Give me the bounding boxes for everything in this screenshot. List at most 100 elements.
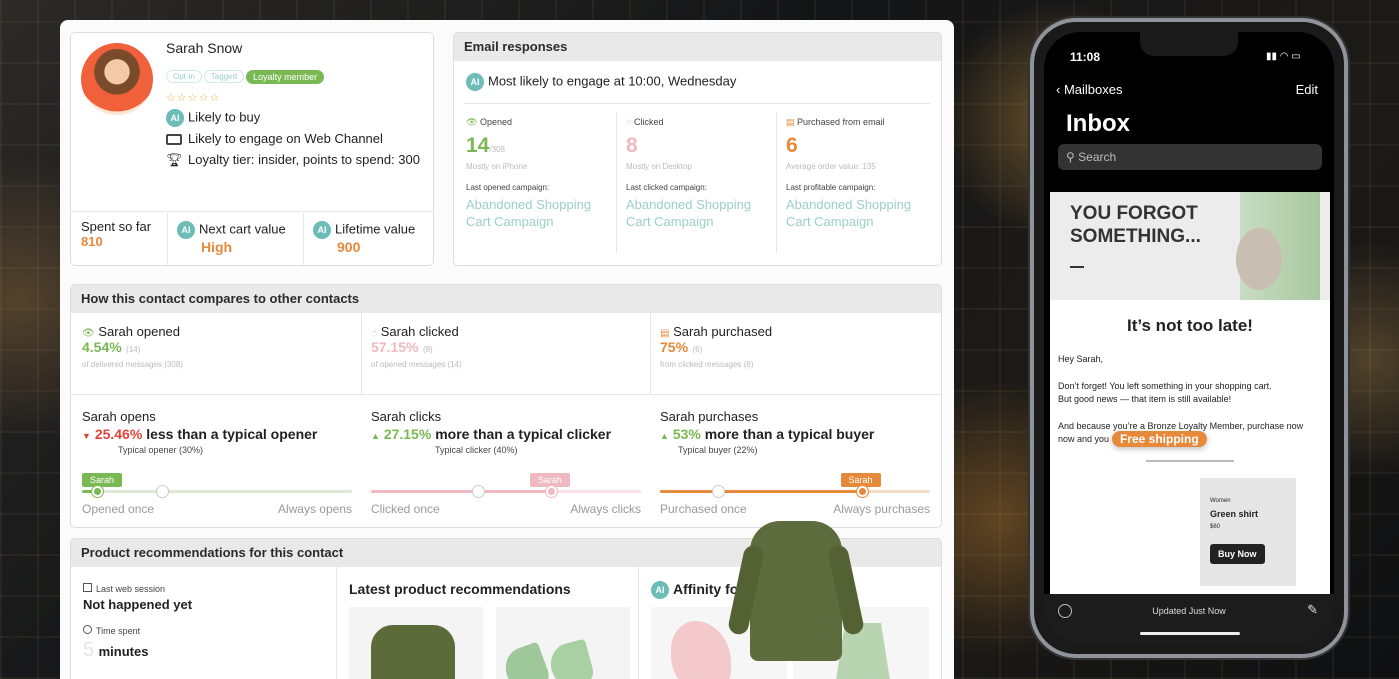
product-name: Green shirt	[1210, 509, 1259, 519]
calendar-icon	[83, 583, 92, 592]
spent-label: Spent so far	[81, 219, 152, 234]
ai-icon: AI	[466, 73, 484, 91]
mailboxes-label: Mailboxes	[1063, 82, 1123, 97]
click-icon: ☝︎	[626, 117, 632, 127]
next-cart-value: AI Next cart value High	[177, 221, 307, 255]
email-body-2: But good news — that item is still avail…	[1058, 394, 1232, 404]
arrow-down-icon: ▼	[82, 431, 91, 441]
purchases-title: Sarah purchases	[660, 409, 759, 424]
rating-stars: ☆☆☆☆☆	[166, 92, 221, 104]
divider	[336, 567, 337, 679]
sarah-marker[interactable]	[545, 486, 557, 497]
opens-min-label: Opened once	[82, 502, 155, 516]
likely-to-buy-row: AI Likely to buy	[166, 109, 260, 127]
compose-icon[interactable]: ✎	[1307, 602, 1318, 618]
lifetime-value: AI Lifetime value 900	[313, 221, 415, 255]
last-profitable-label: Last profitable campaign:	[786, 183, 876, 192]
last-opened-campaign-link[interactable]: Abandoned Shopping Cart Campaign	[466, 196, 611, 230]
stat-purchased-note: from clicked messages (8)	[660, 360, 754, 369]
affinity-title-text: Affinity fo	[673, 581, 739, 597]
web-channel-row: Likely to engage on Web Channel	[166, 131, 383, 146]
opens-title: Sarah opens	[82, 409, 156, 424]
divider	[616, 113, 617, 253]
last-opened-label: Last opened campaign:	[466, 183, 550, 192]
email-hero: YOU FORGOT SOMETHING...	[1050, 192, 1330, 300]
clicked-column: ☝︎ Clicked 8 Mostly on Desktop Last clic…	[626, 117, 771, 230]
purchases-delta: 53%	[672, 426, 701, 442]
next-cart-label: Next cart value	[199, 221, 286, 237]
clicks-min-label: Clicked once	[371, 502, 440, 516]
home-indicator	[1140, 632, 1240, 635]
last-clicked-campaign-link[interactable]: Abandoned Shopping Cart Campaign	[626, 196, 771, 230]
opened-note: Mostly on iPhone	[466, 162, 528, 171]
spent-value: 810	[81, 234, 103, 249]
opened-total: /308	[489, 145, 505, 154]
divider	[71, 211, 433, 212]
clicked-value: 8	[626, 134, 638, 157]
stat-opened-note: of delivered messages (308)	[82, 360, 183, 369]
opened-column: 👁︎ Opened 14/308 Mostly on iPhone Last o…	[466, 117, 611, 230]
profile-name: Sarah Snow	[166, 40, 243, 56]
time-spent: Time spent 5 minutes	[83, 625, 148, 662]
time-spent-unit: minutes	[98, 644, 149, 659]
spent-so-far: Spent so far 810	[81, 219, 151, 249]
email-responses-title: Email responses	[454, 33, 941, 61]
eye-icon: 👁︎	[466, 117, 478, 127]
sarah-marker[interactable]	[856, 486, 868, 497]
product-heels-image[interactable]	[496, 607, 630, 679]
opened-label: Opened	[479, 117, 512, 127]
sarah-tag: Sarah	[82, 473, 123, 487]
sarah-marker[interactable]	[92, 486, 104, 497]
divider	[167, 213, 168, 265]
stat-opened-pct: 4.54%	[82, 339, 122, 355]
product-card[interactable]: Women Green shirt $60 Buy Now	[1200, 478, 1296, 586]
stat-clicked-label: Sarah clicked	[380, 324, 459, 339]
free-shipping-badge: Free shipping	[1112, 431, 1207, 447]
slider-track[interactable]	[82, 490, 352, 493]
last-web-session: Last web session Not happened yet	[83, 583, 192, 612]
stat-purchased: ▤ Sarah purchased 75% (6) from clicked m…	[660, 324, 772, 369]
email-headline: It’s not too late!	[1127, 316, 1253, 335]
purchases-min-label: Purchased once	[660, 502, 747, 516]
divider	[361, 313, 362, 394]
purchased-label: Purchased from email	[797, 117, 885, 127]
trophy-icon: 🏆︎	[166, 152, 183, 167]
hero-text: YOU FORGOT SOMETHING...	[1070, 203, 1201, 247]
status-time: 11:08	[1070, 50, 1101, 64]
divider	[303, 213, 304, 265]
clicked-label: Clicked	[634, 117, 664, 127]
stats-row: 👁︎ Sarah opened 4.54% (14) of delivered …	[71, 313, 941, 395]
email-preview[interactable]: YOU FORGOT SOMETHING... It’s not too lat…	[1050, 192, 1330, 594]
ai-icon: AI	[313, 221, 331, 239]
avatar[interactable]	[81, 43, 153, 115]
updated-status: Updated Just Now	[1152, 606, 1226, 616]
search-icon: ⚲	[1066, 150, 1075, 164]
edit-button[interactable]: Edit	[1296, 82, 1318, 97]
buy-now-button[interactable]: Buy Now	[1210, 544, 1265, 564]
phone-notch	[1140, 32, 1238, 56]
chip-tagged[interactable]: Tagged	[203, 70, 245, 84]
search-placeholder: Search	[1078, 150, 1117, 164]
chip-opt-in[interactable]: Opt-in	[166, 70, 202, 84]
time-spent-label: Time spent	[96, 626, 141, 636]
product-jacket-image[interactable]	[349, 607, 483, 679]
phone-mockup: 11:08 ▮▮ ◠ ▭ ‹ Mailboxes Edit Inbox ⚲ Se…	[1030, 18, 1348, 658]
last-session-value: Not happened yet	[83, 597, 193, 612]
last-profitable-campaign-link[interactable]: Abandoned Shopping Cart Campaign	[786, 196, 936, 230]
purchases-max-label: Always purchases	[833, 502, 930, 516]
clicks-comparison: Sarah clicks ▲ 27.15% more than a typica…	[371, 409, 641, 516]
slider-fill	[371, 490, 552, 493]
hat-image	[1236, 228, 1282, 290]
chevron-left-icon: ‹	[1056, 82, 1061, 97]
loyalty-member-badge: Loyalty member	[246, 69, 325, 84]
clicks-max-label: Always clicks	[570, 502, 641, 516]
search-input[interactable]: ⚲ Search	[1058, 144, 1322, 170]
purchase-icon: ▤	[660, 328, 670, 339]
clicked-note: Mostly on Desktop	[626, 162, 692, 171]
mailboxes-back-link[interactable]: ‹ Mailboxes	[1056, 82, 1123, 97]
divider	[638, 567, 639, 679]
clicks-title: Sarah clicks	[371, 409, 442, 424]
purchased-note: Average order value: 135	[786, 162, 876, 171]
phone-toolbar: Updated Just Now ✎	[1044, 594, 1334, 644]
stat-opened: 👁︎ Sarah opened 4.54% (14) of delivered …	[82, 324, 183, 369]
